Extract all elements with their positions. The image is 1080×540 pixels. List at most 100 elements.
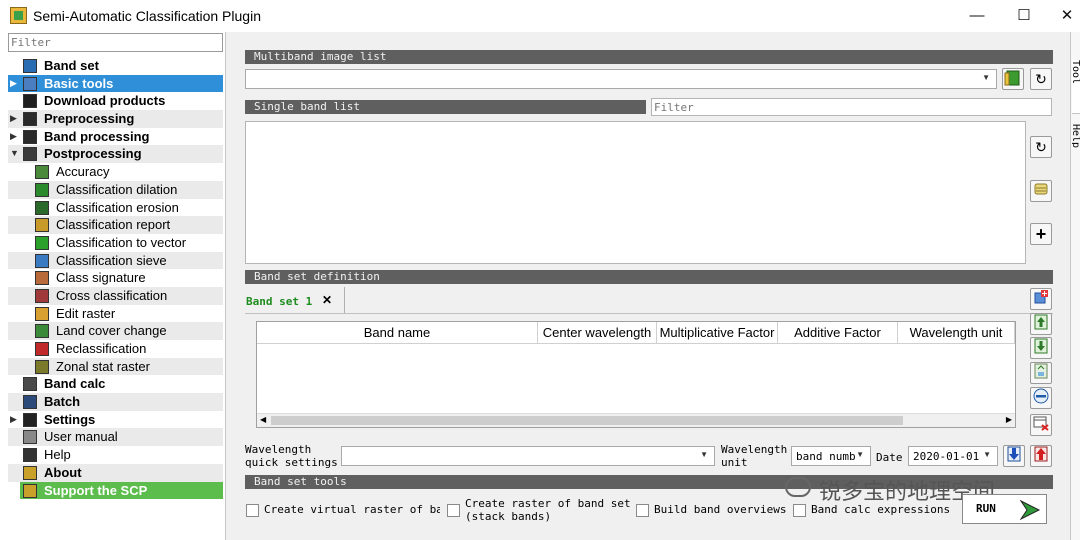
sidebar-item-label: Band processing xyxy=(44,128,150,144)
classification-erosion-icon xyxy=(35,200,49,215)
sidebar-item-band-calc[interactable]: Band calc xyxy=(8,375,223,393)
expand-closed-icon[interactable]: ▶ xyxy=(10,128,17,146)
add-to-band-set-button[interactable] xyxy=(1030,180,1052,202)
remove-band-button[interactable] xyxy=(1030,387,1052,409)
sidebar-item-preprocessing[interactable]: ▶ Preprocessing xyxy=(8,110,223,128)
multiband-image-combo[interactable]: ▼ xyxy=(245,69,997,89)
sidebar-item-reclassification[interactable]: Reclassification xyxy=(8,340,223,358)
tab-tool[interactable]: Tool xyxy=(1072,60,1080,114)
sidebar-item-batch[interactable]: Batch xyxy=(8,393,223,411)
date-picker[interactable]: 2020-01-01 ▼ xyxy=(908,446,998,466)
run-arrow-icon xyxy=(1019,499,1041,521)
sidebar-item-classification-to-vector[interactable]: Classification to vector xyxy=(8,234,223,252)
checkbox-box[interactable] xyxy=(447,504,460,517)
checkbox-box[interactable] xyxy=(246,504,259,517)
sidebar-item-basic-tools[interactable]: ▶ Basic tools xyxy=(8,74,223,93)
move-down-button[interactable] xyxy=(1030,337,1052,359)
sidebar-item-accuracy[interactable]: Accuracy xyxy=(8,163,223,181)
title-bar: Semi-Automatic Classification Plugin — ☐… xyxy=(0,0,1080,32)
download-arrow-icon xyxy=(1007,446,1021,462)
close-tab-icon[interactable]: ✕ xyxy=(322,293,332,307)
sidebar-item-label: Edit raster xyxy=(56,305,116,321)
sidebar-item-label: Reclassification xyxy=(56,341,147,356)
column-header-additive-factor[interactable]: Additive Factor xyxy=(778,322,898,344)
sidebar-item-label: Classification sieve xyxy=(56,252,167,268)
land-cover-change-icon xyxy=(35,324,49,339)
chevron-down-icon: ▼ xyxy=(700,450,708,459)
sidebar-item-classification-dilation[interactable]: Classification dilation xyxy=(8,180,223,199)
expand-closed-icon[interactable]: ▶ xyxy=(10,411,17,429)
expand-closed-icon[interactable]: ▶ xyxy=(10,110,17,128)
export-band-set-button[interactable] xyxy=(1030,445,1052,467)
sidebar-item-user-manual[interactable]: User manual xyxy=(8,428,223,447)
move-up-button[interactable] xyxy=(1030,313,1052,335)
wavelength-unit-label: Wavelength unit xyxy=(721,443,788,469)
column-header-multiplicative-factor[interactable]: Multiplicative Factor xyxy=(657,322,778,344)
sidebar-item-label: Support the SCP xyxy=(44,482,148,498)
sidebar-item-band-processing[interactable]: ▶ Band processing xyxy=(8,128,223,146)
navigation-panel: Band set ▶ Basic tools Download products ▶ Pr… xyxy=(0,32,226,540)
sidebar-item-land-cover-change[interactable]: Land cover change xyxy=(8,322,223,340)
maximize-button[interactable]: ☐ xyxy=(1007,4,1041,28)
open-multiband-button[interactable] xyxy=(1002,68,1024,90)
scroll-left-icon[interactable]: ◀ xyxy=(260,415,266,424)
wavelength-unit-value: band numb xyxy=(796,450,856,463)
column-header-center-wavelength[interactable]: Center wavelength xyxy=(538,322,657,344)
wavelength-quick-settings-combo[interactable]: ▼ xyxy=(341,446,715,466)
classification-sieve-icon xyxy=(35,253,49,268)
refresh-multiband-button[interactable]: ↻ xyxy=(1030,68,1052,90)
tab-band-set-1[interactable]: Band set 1 ✕ xyxy=(245,287,345,313)
sidebar-item-classification-sieve[interactable]: Classification sieve xyxy=(8,251,223,270)
sidebar-item-postprocessing[interactable]: ▼ Postprocessing xyxy=(8,145,223,164)
sidebar-item-cross-classification[interactable]: Cross classification xyxy=(8,286,223,305)
column-header-band-name[interactable]: Band name xyxy=(257,322,538,344)
clear-table-button[interactable] xyxy=(1030,414,1052,436)
refresh-band-list-button[interactable]: ↻ xyxy=(1030,136,1052,158)
sidebar-item-support-the-scp[interactable]: Support the SCP xyxy=(20,481,223,500)
scroll-right-icon[interactable]: ▶ xyxy=(1006,415,1012,424)
close-button[interactable]: ✕ xyxy=(1050,4,1080,28)
single-band-list[interactable] xyxy=(245,121,1026,264)
wavelength-unit-combo[interactable]: band numb ▼ xyxy=(791,446,871,466)
sidebar-item-band-set[interactable]: Band set xyxy=(8,57,223,75)
add-band-button[interactable]: + xyxy=(1030,223,1052,245)
band-processing-icon xyxy=(23,129,37,144)
expand-closed-icon[interactable]: ▶ xyxy=(10,75,17,93)
wechat-icon xyxy=(785,477,811,497)
about-icon xyxy=(23,465,37,480)
sidebar-item-zonal-stat-raster[interactable]: Zonal stat raster xyxy=(8,357,223,376)
sidebar-item-label: Band set xyxy=(44,58,99,73)
sidebar-item-edit-raster[interactable]: Edit raster xyxy=(8,305,223,323)
sort-by-name-button[interactable] xyxy=(1030,362,1052,384)
edit-raster-icon xyxy=(35,306,49,321)
tab-band-set-label: Band set 1 xyxy=(246,295,313,308)
sidebar-item-label: Preprocessing xyxy=(44,111,135,127)
tab-divider xyxy=(245,313,1053,314)
expand-open-icon[interactable]: ▼ xyxy=(10,145,19,163)
band-set-table[interactable]: Band name Center wavelength Multiplicative… xyxy=(256,321,1016,428)
checkbox-box[interactable] xyxy=(636,504,649,517)
sidebar-item-download-products[interactable]: Download products xyxy=(8,92,223,110)
horizontal-scrollbar[interactable]: ◀ ▶ xyxy=(257,413,1015,427)
tab-help[interactable]: Help xyxy=(1072,124,1080,148)
run-button[interactable]: RUN xyxy=(962,494,1047,524)
sidebar-item-label: Batch xyxy=(44,394,81,410)
sidebar-item-class-signature[interactable]: Class signature xyxy=(8,269,223,287)
sidebar-item-settings[interactable]: ▶ Settings xyxy=(8,411,223,429)
single-band-filter-input[interactable] xyxy=(651,98,1052,116)
sidebar-item-label: Cross classification xyxy=(56,287,168,303)
sidebar-item-about[interactable]: About xyxy=(8,463,223,482)
band-set-definition-header: Band set definition xyxy=(245,270,1053,284)
menu-filter-input[interactable] xyxy=(8,33,223,52)
minimize-button[interactable]: — xyxy=(960,4,994,28)
sidebar-item-classification-report[interactable]: Classification report xyxy=(8,216,223,234)
scrollbar-thumb[interactable] xyxy=(271,416,903,425)
add-band-set-button[interactable] xyxy=(1030,288,1052,310)
import-band-set-button[interactable] xyxy=(1003,445,1025,467)
column-header-wavelength-unit[interactable]: Wavelength unit xyxy=(898,322,1015,344)
sidebar-item-classification-erosion[interactable]: Classification erosion xyxy=(8,199,223,217)
checkbox-box[interactable] xyxy=(793,504,806,517)
sidebar-item-help[interactable]: Help xyxy=(8,446,223,464)
sidebar-item-label: Band calc xyxy=(44,376,106,392)
multiband-image-list-header: Multiband image list xyxy=(245,50,1053,64)
